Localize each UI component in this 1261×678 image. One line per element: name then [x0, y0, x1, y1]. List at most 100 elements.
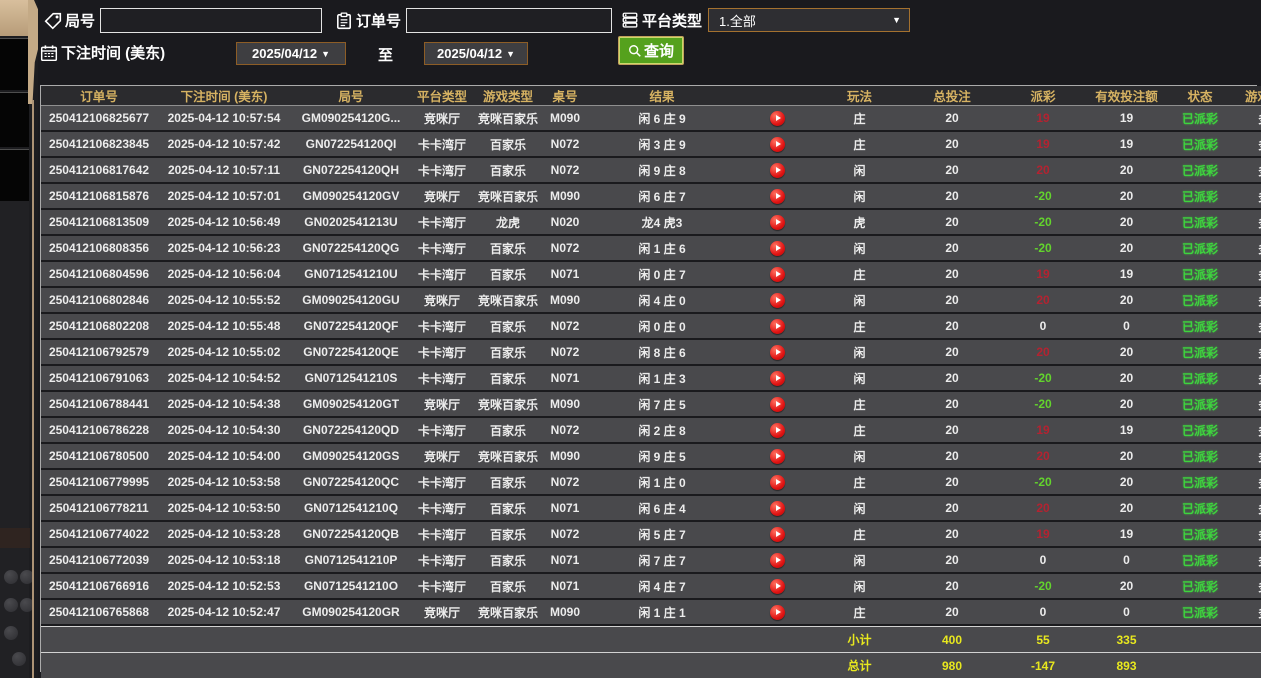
cell-play-type: 庄: [817, 314, 902, 340]
platform-select[interactable]: 1.全部 ▼: [708, 8, 910, 32]
play-video-icon[interactable]: [770, 397, 785, 412]
table-row: 250412106778211 2025-04-12 10:53:50 GN07…: [41, 496, 1261, 522]
cell-total-bet: 20: [902, 600, 1002, 626]
col-bet-time: 下注时间 (美东): [157, 86, 291, 106]
play-video-icon[interactable]: [770, 319, 785, 334]
play-video-icon[interactable]: [770, 423, 785, 438]
cell-bet-time: 2025-04-12 10:57:54: [157, 106, 291, 132]
cell-table-no: N072: [543, 158, 587, 184]
cell-result: 闲 6 庄 9: [587, 106, 737, 132]
cell-result: 闲 3 庄 9: [587, 132, 737, 158]
cell-round-no: GN072254120QF: [291, 314, 411, 340]
subtotal-valid-bet: 335: [1084, 626, 1169, 652]
cell-status: 已派彩: [1169, 548, 1231, 574]
cell-order-no: 250412106804596: [41, 262, 157, 288]
cell-order-no: 250412106791063: [41, 366, 157, 392]
cell-game-mode: 多台: [1231, 340, 1261, 366]
play-video-icon[interactable]: [770, 449, 785, 464]
cell-game-type: 百家乐: [473, 496, 543, 522]
cell-result: 闲 1 庄 0: [587, 470, 737, 496]
cell-game-mode: 多台: [1231, 470, 1261, 496]
play-video-icon[interactable]: [770, 189, 785, 204]
cell-total-bet: 20: [902, 548, 1002, 574]
cell-table-no: N072: [543, 470, 587, 496]
cell-game-type: 百家乐: [473, 340, 543, 366]
col-game-type: 游戏类型: [473, 86, 543, 106]
cell-platform-type: 卡卡湾厅: [411, 340, 473, 366]
background-menu-item: [0, 92, 29, 147]
play-video-icon[interactable]: [770, 553, 785, 568]
platform-filter-label: 平台类型: [642, 10, 702, 31]
play-video-icon[interactable]: [770, 527, 785, 542]
cell-status: 已派彩: [1169, 184, 1231, 210]
cell-valid-bet: 20: [1084, 210, 1169, 236]
cell-total-bet: 20: [902, 106, 1002, 132]
cell-order-no: 250412106808356: [41, 236, 157, 262]
total-spacer: [41, 652, 817, 678]
cell-game-type: 百家乐: [473, 574, 543, 600]
play-video-icon[interactable]: [770, 579, 785, 594]
cell-valid-bet: 19: [1084, 106, 1169, 132]
play-video-icon[interactable]: [770, 371, 785, 386]
play-video-icon[interactable]: [770, 345, 785, 360]
background-chip-icon: [4, 570, 18, 584]
cell-valid-bet: 20: [1084, 366, 1169, 392]
play-video-icon[interactable]: [770, 267, 785, 282]
cell-total-bet: 20: [902, 574, 1002, 600]
cell-payout: -20: [1002, 366, 1084, 392]
play-video-icon[interactable]: [770, 111, 785, 126]
cell-status: 已派彩: [1169, 262, 1231, 288]
clipboard-icon: [335, 12, 353, 30]
cell-payout: 20: [1002, 158, 1084, 184]
cell-game-type: 竞咪百家乐: [473, 392, 543, 418]
table-row: 250412106815876 2025-04-12 10:57:01 GM09…: [41, 184, 1261, 210]
play-video-icon[interactable]: [770, 241, 785, 256]
cell-result: 闲 7 庄 7: [587, 548, 737, 574]
play-video-icon[interactable]: [770, 501, 785, 516]
col-total-bet: 总投注: [902, 86, 1002, 106]
query-button[interactable]: 查询: [619, 37, 683, 64]
cell-play-type: 庄: [817, 418, 902, 444]
play-video-icon[interactable]: [770, 293, 785, 308]
col-valid-bet: 有效投注额: [1084, 86, 1169, 106]
cell-round-no: GN0712541210P: [291, 548, 411, 574]
cell-game-mode: 多台: [1231, 600, 1261, 626]
platform-select-value: 1.全部: [719, 11, 756, 30]
cell-round-no: GN072254120QE: [291, 340, 411, 366]
cell-replay: [737, 522, 817, 548]
cell-replay: [737, 106, 817, 132]
cell-platform-type: 卡卡湾厅: [411, 262, 473, 288]
cell-bet-time: 2025-04-12 10:56:23: [157, 236, 291, 262]
date-from-picker[interactable]: 2025/04/12 ▼: [236, 42, 346, 65]
cell-replay: [737, 262, 817, 288]
cell-bet-time: 2025-04-12 10:53:18: [157, 548, 291, 574]
play-video-icon[interactable]: [770, 605, 785, 620]
play-video-icon[interactable]: [770, 137, 785, 152]
table-row: 250412106825677 2025-04-12 10:57:54 GM09…: [41, 106, 1261, 132]
cell-table-no: N071: [543, 262, 587, 288]
cell-total-bet: 20: [902, 210, 1002, 236]
date-to-picker[interactable]: 2025/04/12 ▼: [424, 42, 528, 65]
bet-time-filter: 下注时间 (美东): [40, 42, 165, 63]
cell-game-mode: 多台: [1231, 236, 1261, 262]
cell-game-mode: 多台: [1231, 132, 1261, 158]
cell-order-no: 250412106780500: [41, 444, 157, 470]
play-video-icon[interactable]: [770, 163, 785, 178]
background-chip-icon: [4, 626, 18, 640]
cell-total-bet: 20: [902, 184, 1002, 210]
total-payout: -147: [1002, 652, 1084, 678]
cell-play-type: 庄: [817, 470, 902, 496]
total-row: 总计 980 -147 893: [41, 652, 1261, 678]
round-input[interactable]: [100, 8, 322, 33]
cell-result: 龙4 虎3: [587, 210, 737, 236]
cell-replay: [737, 314, 817, 340]
cell-payout: 0: [1002, 548, 1084, 574]
cell-game-type: 百家乐: [473, 366, 543, 392]
order-input[interactable]: [406, 8, 612, 33]
play-video-icon[interactable]: [770, 215, 785, 230]
play-video-icon[interactable]: [770, 475, 785, 490]
cell-result: 闲 5 庄 7: [587, 522, 737, 548]
cell-table-no: N072: [543, 418, 587, 444]
cell-game-type: 百家乐: [473, 470, 543, 496]
cell-table-no: M090: [543, 392, 587, 418]
